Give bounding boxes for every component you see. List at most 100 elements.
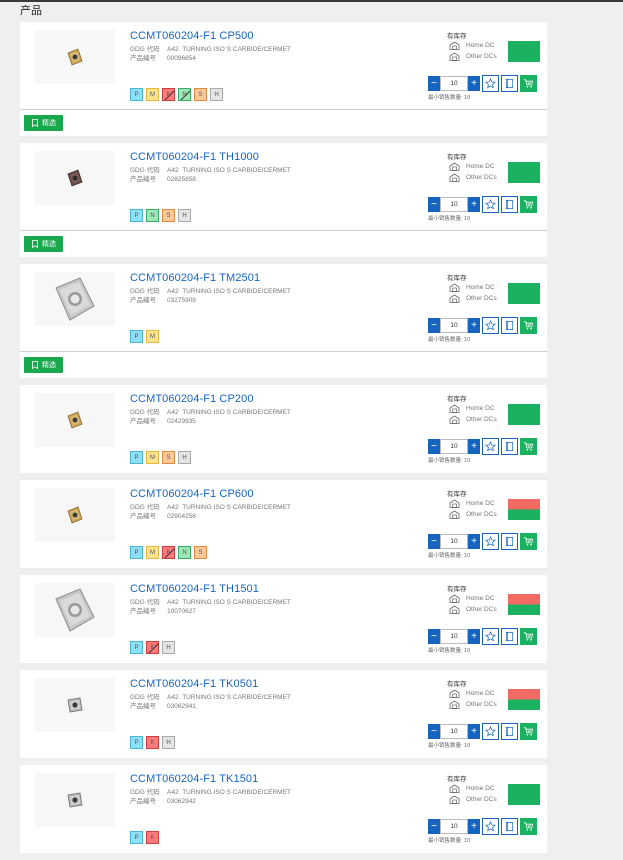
product-number-value: 03062941 <box>167 703 196 710</box>
qty-input[interactable]: 10 <box>440 724 468 739</box>
star-icon <box>485 726 496 737</box>
qty-input[interactable]: 10 <box>440 76 468 91</box>
product-image[interactable] <box>35 583 115 637</box>
product-number-label: 产品编号 <box>130 176 156 183</box>
qty-decrease-button[interactable]: − <box>428 629 440 644</box>
material-grades: PK <box>130 831 159 844</box>
qty-decrease-button[interactable]: − <box>428 439 440 454</box>
qty-increase-button[interactable]: + <box>468 819 480 834</box>
qty-input[interactable]: 10 <box>440 318 468 333</box>
grade-badge-s: S <box>194 88 207 101</box>
add-to-cart-button[interactable] <box>520 317 537 334</box>
card-actions <box>482 628 537 645</box>
card-actions <box>482 196 537 213</box>
featured-filter-label: 精选 <box>42 362 56 369</box>
add-to-cart-button[interactable] <box>520 75 537 92</box>
product-title-link[interactable]: CCMT060204-F1 TH1000 <box>130 151 259 163</box>
material-grades: PMSH <box>130 451 191 464</box>
qty-input[interactable]: 10 <box>440 439 468 454</box>
add-to-list-button[interactable] <box>501 317 518 334</box>
availability-indicator <box>508 784 540 805</box>
favorite-button[interactable] <box>482 75 499 92</box>
favorite-button[interactable] <box>482 438 499 455</box>
qty-input[interactable]: 10 <box>440 629 468 644</box>
featured-filter-button[interactable]: 精选 <box>24 236 63 252</box>
add-to-list-button[interactable] <box>501 723 518 740</box>
product-title-link[interactable]: CCMT060204-F1 TK0501 <box>130 678 258 690</box>
product-title-link[interactable]: CCMT060204-F1 CP600 <box>130 488 254 500</box>
qty-increase-button[interactable]: + <box>468 534 480 549</box>
favorite-button[interactable] <box>482 317 499 334</box>
favorite-button[interactable] <box>482 533 499 550</box>
add-to-list-button[interactable] <box>501 196 518 213</box>
qty-increase-button[interactable]: + <box>468 318 480 333</box>
product-number-line: 产品编号 03062941 <box>130 700 196 710</box>
product-image[interactable] <box>35 30 115 84</box>
other-dcs-row: Other DCs <box>449 510 497 519</box>
product-image[interactable] <box>35 272 115 326</box>
qty-input[interactable]: 10 <box>440 819 468 834</box>
product-number-label: 产品编号 <box>130 55 156 62</box>
product-image[interactable] <box>35 488 115 542</box>
qty-increase-button[interactable]: + <box>468 197 480 212</box>
favorite-button[interactable] <box>482 196 499 213</box>
favorite-button[interactable] <box>482 723 499 740</box>
add-to-list-button[interactable] <box>501 628 518 645</box>
add-to-cart-button[interactable] <box>520 438 537 455</box>
home-dc-row: Home DC <box>449 162 495 171</box>
qty-decrease-button[interactable]: − <box>428 819 440 834</box>
product-title-link[interactable]: CCMT060204-F1 CP200 <box>130 393 254 405</box>
grade-badge-h: H <box>210 88 223 101</box>
grade-badge-k: K <box>146 831 159 844</box>
other-dcs-label: Other DCs <box>466 701 497 708</box>
product-title-link[interactable]: CCMT060204-F1 TH1501 <box>130 583 259 595</box>
qty-increase-button[interactable]: + <box>468 724 480 739</box>
card-actions <box>482 438 537 455</box>
add-to-list-button[interactable] <box>501 533 518 550</box>
card-actions <box>482 818 537 835</box>
home-dc-label: Home DC <box>466 405 495 412</box>
featured-filter-button[interactable]: 精选 <box>24 115 63 131</box>
product-card: CCMT060204-F1 TM2501 GDG 代码 A42 TURNING I… <box>20 264 547 378</box>
add-to-list-button[interactable] <box>501 438 518 455</box>
min-qty-note: 最小销售数量: 10 <box>428 648 471 654</box>
product-image[interactable] <box>35 773 115 827</box>
qty-increase-button[interactable]: + <box>468 439 480 454</box>
star-icon <box>485 320 496 331</box>
home-dc-label: Home DC <box>466 595 495 602</box>
qty-decrease-button[interactable]: − <box>428 76 440 91</box>
add-to-cart-button[interactable] <box>520 533 537 550</box>
notebook-icon <box>505 632 514 641</box>
featured-filter-button[interactable]: 精选 <box>24 357 63 373</box>
add-to-list-button[interactable] <box>501 75 518 92</box>
add-to-cart-button[interactable] <box>520 818 537 835</box>
qty-input[interactable]: 10 <box>440 197 468 212</box>
notebook-icon <box>505 79 514 88</box>
qty-increase-button[interactable]: + <box>468 76 480 91</box>
qty-decrease-button[interactable]: − <box>428 724 440 739</box>
qty-input[interactable]: 10 <box>440 534 468 549</box>
product-title-link[interactable]: CCMT060204-F1 TK1501 <box>130 773 258 785</box>
card-actions <box>482 75 537 92</box>
product-image[interactable] <box>35 393 115 447</box>
qty-increase-button[interactable]: + <box>468 629 480 644</box>
favorite-button[interactable] <box>482 628 499 645</box>
qty-decrease-button[interactable]: − <box>428 197 440 212</box>
other-dcs-row: Other DCs <box>449 795 497 804</box>
qty-decrease-button[interactable]: − <box>428 534 440 549</box>
add-to-cart-button[interactable] <box>520 628 537 645</box>
product-image[interactable] <box>35 151 115 205</box>
qty-decrease-button[interactable]: − <box>428 318 440 333</box>
favorite-button[interactable] <box>482 818 499 835</box>
product-title-link[interactable]: CCMT060204-F1 TM2501 <box>130 272 260 284</box>
product-image[interactable] <box>35 678 115 732</box>
bookmark-icon <box>32 361 38 369</box>
gdg-code-desc: TURNING ISO S CARBIDE/CERMET <box>182 599 291 606</box>
notebook-icon <box>505 200 514 209</box>
product-title-link[interactable]: CCMT060204-F1 CP500 <box>130 30 254 42</box>
add-to-cart-button[interactable] <box>520 723 537 740</box>
stock-label: 有库存 <box>447 586 467 593</box>
quantity-stepper: − 10 + <box>428 724 480 739</box>
add-to-list-button[interactable] <box>501 818 518 835</box>
add-to-cart-button[interactable] <box>520 196 537 213</box>
